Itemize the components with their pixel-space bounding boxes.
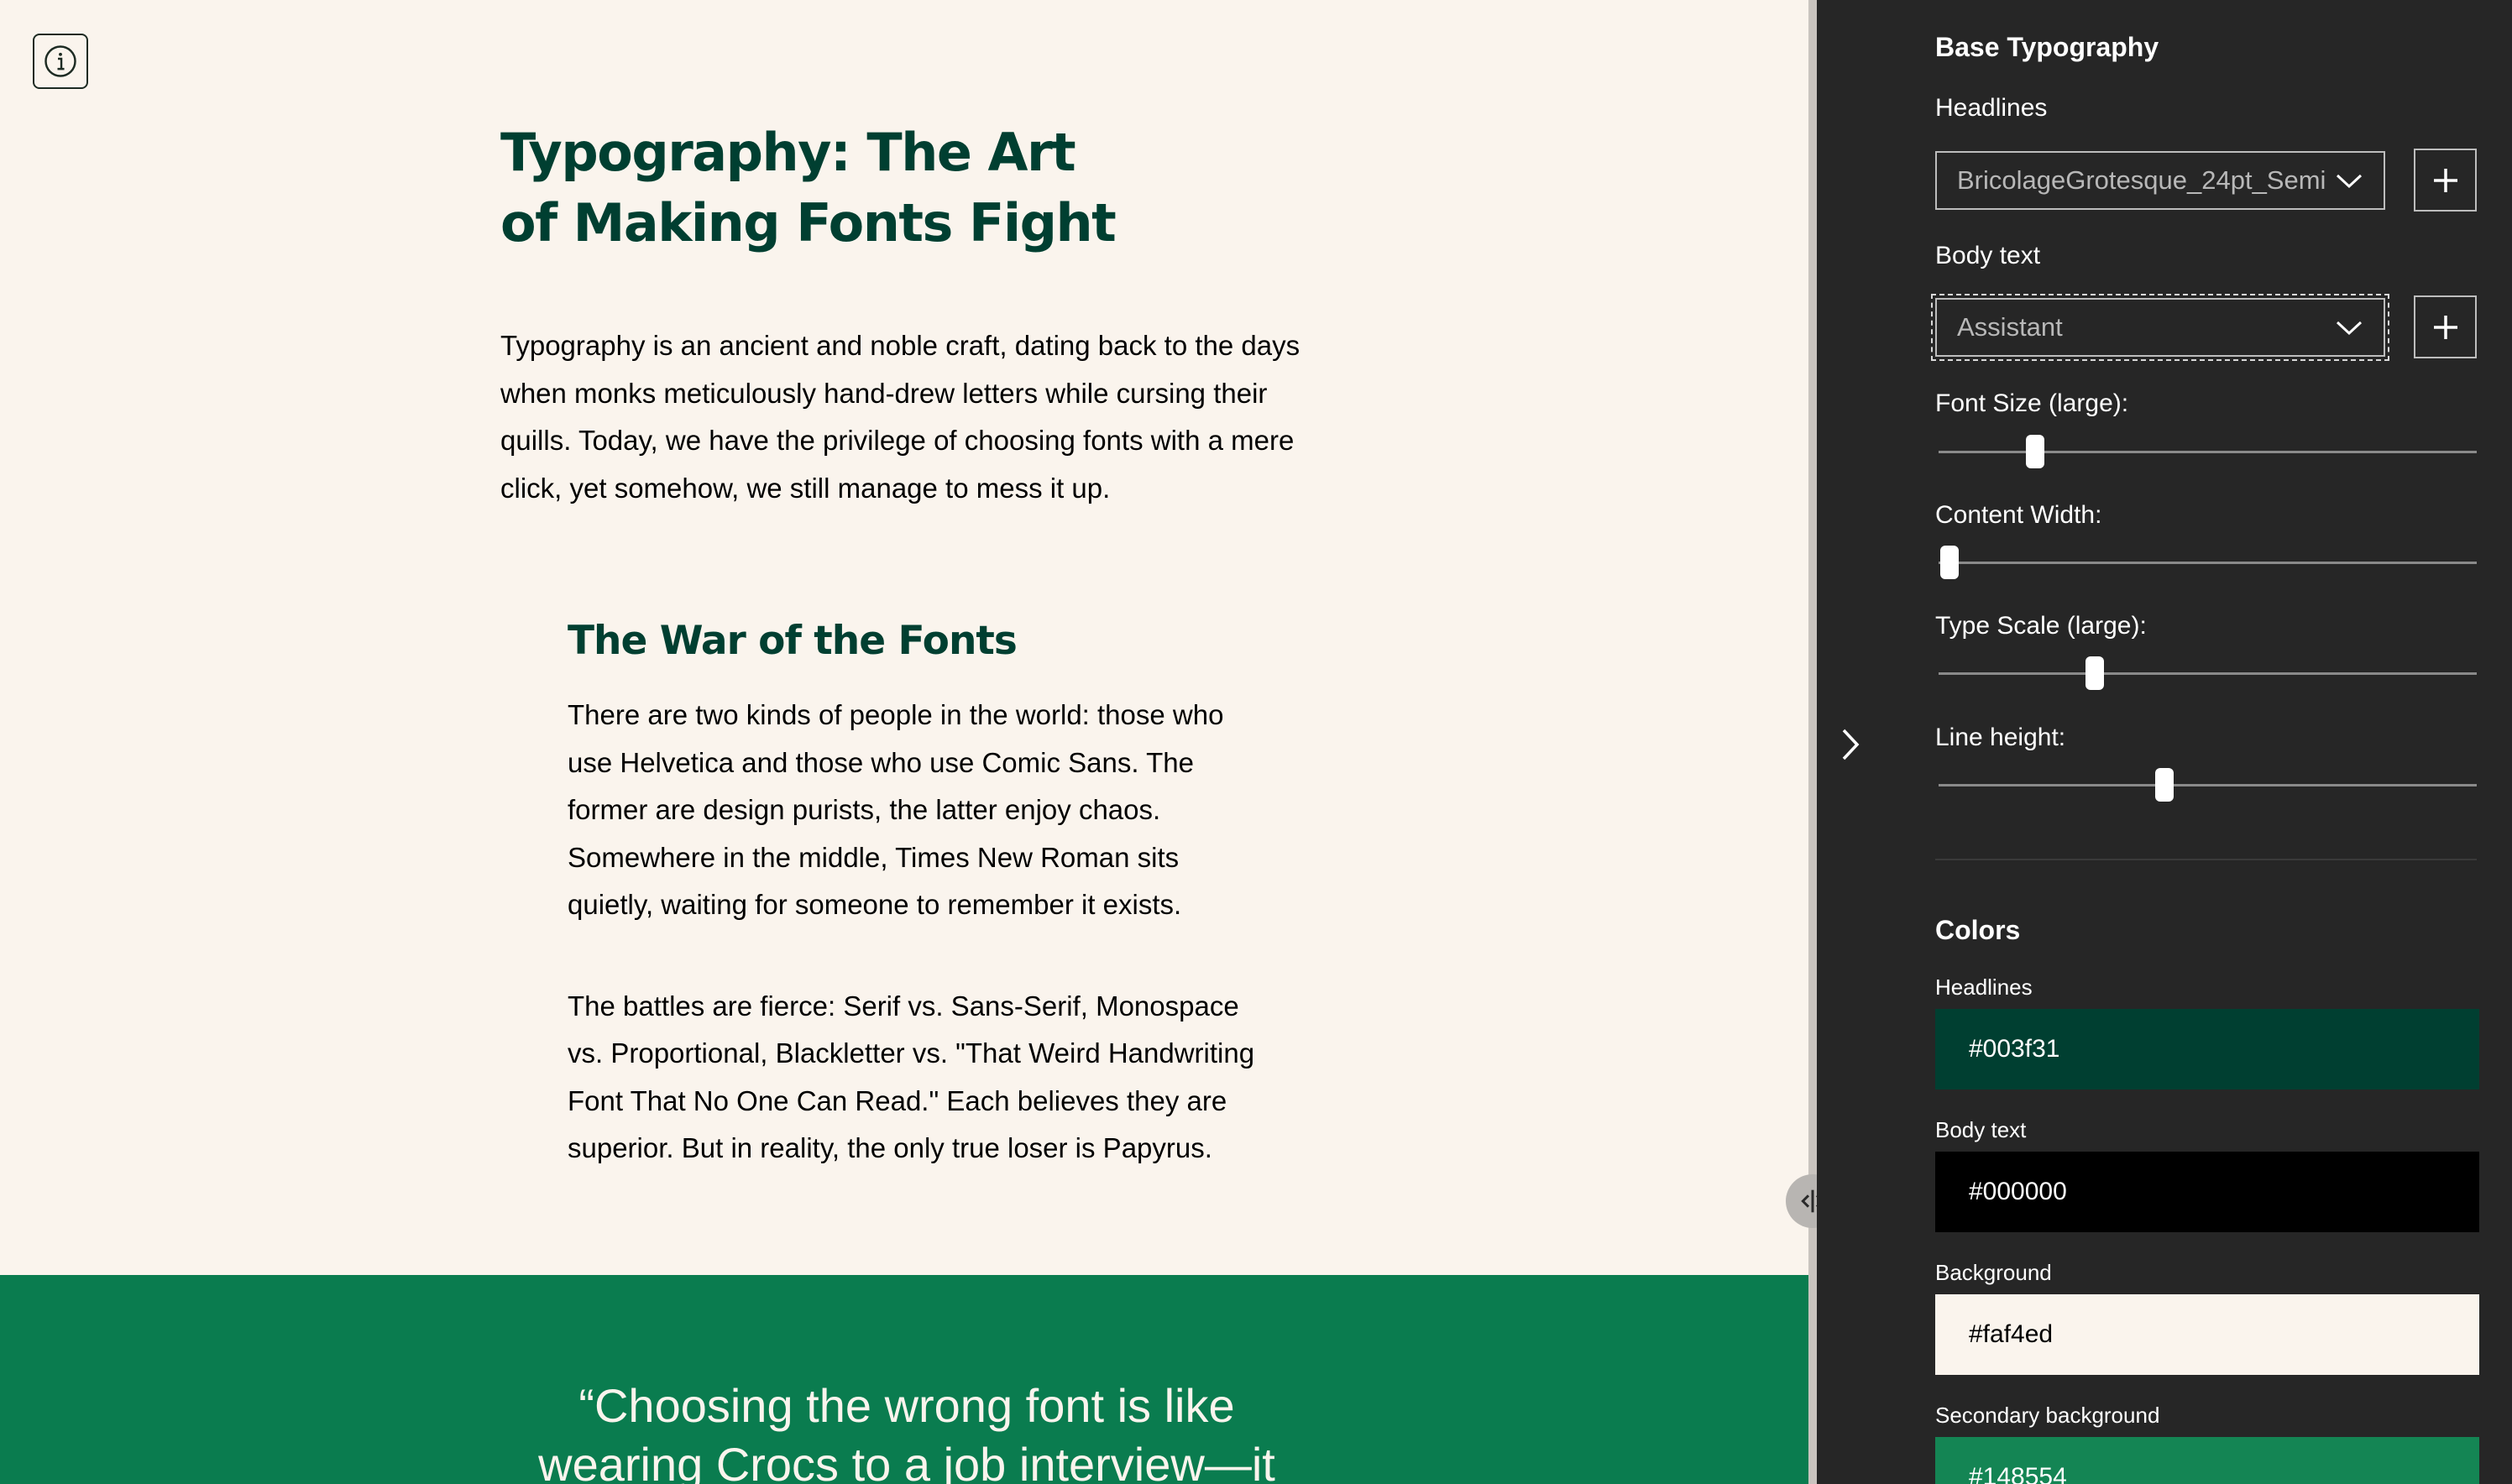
chevron-down-icon bbox=[2336, 321, 2363, 336]
headlines-font-value: BricolageGrotesque_24pt_SemiBold bbox=[1957, 165, 2325, 195]
slider-thumb[interactable] bbox=[1939, 546, 1959, 579]
slider-track bbox=[1939, 672, 2477, 675]
headlines-font-label: Headlines bbox=[1935, 94, 2048, 122]
add-body-font-button[interactable] bbox=[2414, 295, 2477, 358]
background-color-value: #faf4ed bbox=[1969, 1320, 2054, 1348]
body-font-value: Assistant bbox=[1957, 312, 2063, 342]
article-title-line-1: Typography: The Art bbox=[500, 122, 1076, 183]
pull-quote: “Choosing the wrong font is like wearing… bbox=[538, 1379, 1275, 1484]
body-font-label: Body text bbox=[1935, 242, 2041, 269]
article-intro: Typography is an ancient and noble craft… bbox=[500, 330, 1300, 504]
headlines-color-label: Headlines bbox=[1935, 975, 2033, 1000]
background-color-label: Background bbox=[1935, 1260, 2052, 1285]
body-color-value: #000000 bbox=[1969, 1178, 2067, 1205]
article: Typography: The Art of Making Fonts Figh… bbox=[500, 118, 1340, 1173]
section-heading: The War of the Fonts bbox=[568, 618, 1018, 664]
section-divider bbox=[1935, 859, 2477, 860]
plus-icon bbox=[2433, 168, 2457, 192]
content-width-slider[interactable] bbox=[1939, 546, 2477, 579]
collapse-panel-button[interactable] bbox=[1835, 724, 1866, 766]
info-button[interactable] bbox=[33, 34, 88, 89]
secondary-background-color-value: #148554 bbox=[1969, 1463, 2067, 1484]
colors-title: Colors bbox=[1935, 915, 2021, 945]
chevron-right-icon bbox=[1842, 729, 1860, 760]
body-color-label: Body text bbox=[1935, 1117, 2027, 1142]
secondary-background-color-label: Secondary background bbox=[1935, 1403, 2160, 1428]
type-scale-label: Type Scale (large): bbox=[1935, 612, 2147, 640]
secondary-background-color-swatch[interactable]: #148554 bbox=[1935, 1437, 2479, 1484]
article-title: Typography: The Art of Making Fonts Figh… bbox=[500, 118, 1340, 259]
slider-thumb[interactable] bbox=[2085, 656, 2104, 690]
font-size-label: Font Size (large): bbox=[1935, 389, 2129, 417]
add-headlines-font-button[interactable] bbox=[2414, 149, 2477, 212]
line-height-label: Line height: bbox=[1935, 724, 2066, 751]
type-scale-slider[interactable] bbox=[1939, 656, 2477, 690]
headlines-color-swatch[interactable]: #003f31 bbox=[1935, 1009, 2479, 1089]
article-preview: Typography: The Art of Making Fonts Figh… bbox=[0, 0, 1808, 1484]
article-section: The War of the Fonts There are two kinds… bbox=[568, 616, 1256, 1173]
chevron-down-icon bbox=[2336, 174, 2363, 189]
body-font-select[interactable]: Assistant bbox=[1935, 298, 2385, 357]
font-size-slider[interactable] bbox=[1939, 435, 2477, 468]
base-typography-title: Base Typography bbox=[1935, 32, 2159, 62]
headlines-font-select[interactable]: BricolageGrotesque_24pt_SemiBold bbox=[1935, 151, 2385, 210]
slider-track bbox=[1939, 451, 2477, 453]
pane-divider[interactable] bbox=[1808, 0, 1817, 1484]
slider-track bbox=[1939, 784, 2477, 786]
plus-icon bbox=[2433, 315, 2457, 339]
slider-thumb[interactable] bbox=[2026, 435, 2045, 468]
slider-track bbox=[1939, 562, 2477, 564]
section-paragraph-2: The battles are fierce: Serif vs. Sans-S… bbox=[568, 990, 1255, 1164]
background-color-swatch[interactable]: #faf4ed bbox=[1935, 1294, 2479, 1375]
headlines-color-value: #003f31 bbox=[1969, 1035, 2060, 1063]
line-height-slider[interactable] bbox=[1939, 768, 2477, 802]
body-color-swatch[interactable]: #000000 bbox=[1935, 1152, 2479, 1232]
slider-thumb[interactable] bbox=[2155, 768, 2174, 802]
info-icon bbox=[44, 45, 76, 77]
content-width-label: Content Width: bbox=[1935, 501, 2102, 529]
article-title-line-2: of Making Fonts Fight bbox=[500, 192, 1117, 253]
settings-panel: Base Typography Headlines BricolageGrote… bbox=[1817, 0, 2512, 1484]
section-paragraph-1: There are two kinds of people in the wor… bbox=[568, 699, 1224, 920]
